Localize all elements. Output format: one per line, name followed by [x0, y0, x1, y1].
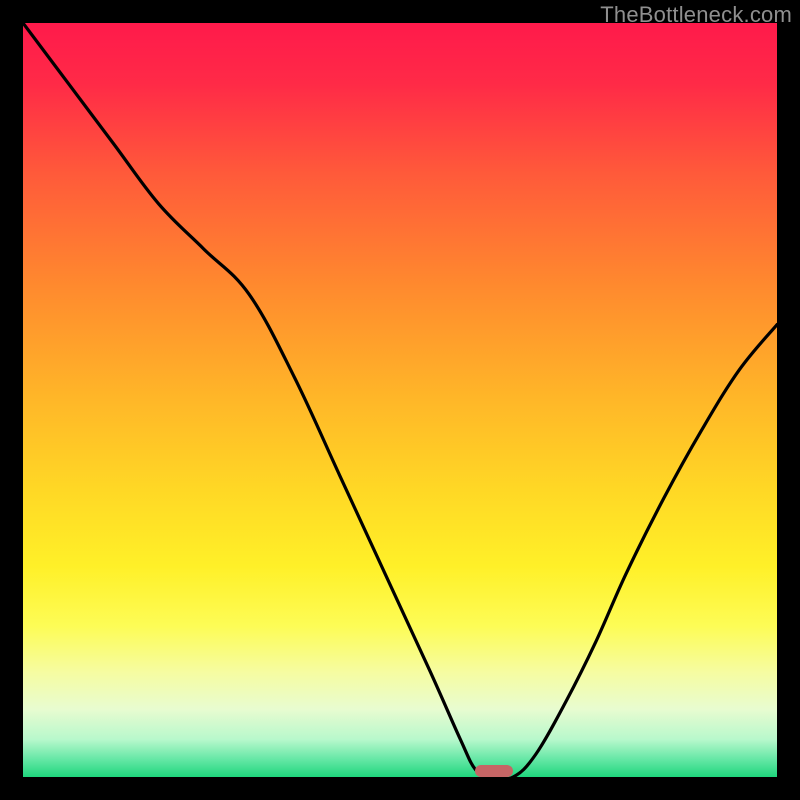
bottleneck-curve: [23, 23, 777, 777]
plot-area: [23, 23, 777, 777]
chart-container: TheBottleneck.com: [0, 0, 800, 800]
optimal-marker: [475, 765, 513, 777]
watermark-text: TheBottleneck.com: [600, 2, 792, 28]
